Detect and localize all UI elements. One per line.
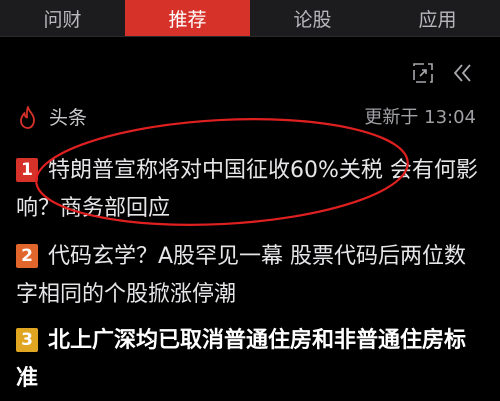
expand-icon[interactable]	[412, 62, 434, 84]
tab-lungu[interactable]: 论股	[250, 0, 375, 36]
rank-badge: 3	[16, 328, 38, 352]
news-item-3[interactable]: 3 北上广深均已取消普通住房和非普通住房标准	[16, 322, 482, 398]
tab-wencai[interactable]: 问财	[0, 0, 125, 36]
section-header: 头条 更新于 13:04	[0, 104, 500, 134]
news-headline: 2 代码玄学？A股罕见一幕 股票代码后两位数字相同的个股掀涨停潮	[16, 238, 482, 314]
news-item-1[interactable]: 1 特朗普宣称将对中国征收60%关税 会有何影响？商务部回应	[16, 152, 482, 228]
rank-badge: 1	[16, 158, 38, 182]
top-tab-bar: 问财 推荐 论股 应用	[0, 0, 500, 37]
news-title: 特朗普宣称将对中国征收60%关税 会有何影响？商务部回应	[16, 158, 478, 221]
news-title: 代码玄学？A股罕见一幕 股票代码后两位数字相同的个股掀涨停潮	[16, 244, 467, 307]
news-item-2[interactable]: 2 代码玄学？A股罕见一幕 股票代码后两位数字相同的个股掀涨停潮	[16, 238, 482, 314]
news-headline: 1 特朗普宣称将对中国征收60%关税 会有何影响？商务部回应	[16, 152, 482, 228]
news-title: 北上广深均已取消普通住房和非普通住房标准	[16, 328, 467, 391]
tab-recommend[interactable]: 推荐	[125, 0, 250, 36]
tab-apps[interactable]: 应用	[375, 0, 500, 36]
collapse-double-chevron-icon[interactable]	[452, 62, 474, 84]
rank-badge: 2	[16, 244, 38, 268]
app-window: 问财 推荐 论股 应用 头条 更新于 13:04 1 特朗普宣称将对中国征收60%…	[0, 0, 500, 401]
flame-icon	[20, 106, 35, 129]
update-time: 更新于 13:04	[364, 107, 476, 128]
section-title: 头条	[49, 107, 88, 129]
news-headline: 3 北上广深均已取消普通住房和非普通住房标准	[16, 322, 482, 398]
